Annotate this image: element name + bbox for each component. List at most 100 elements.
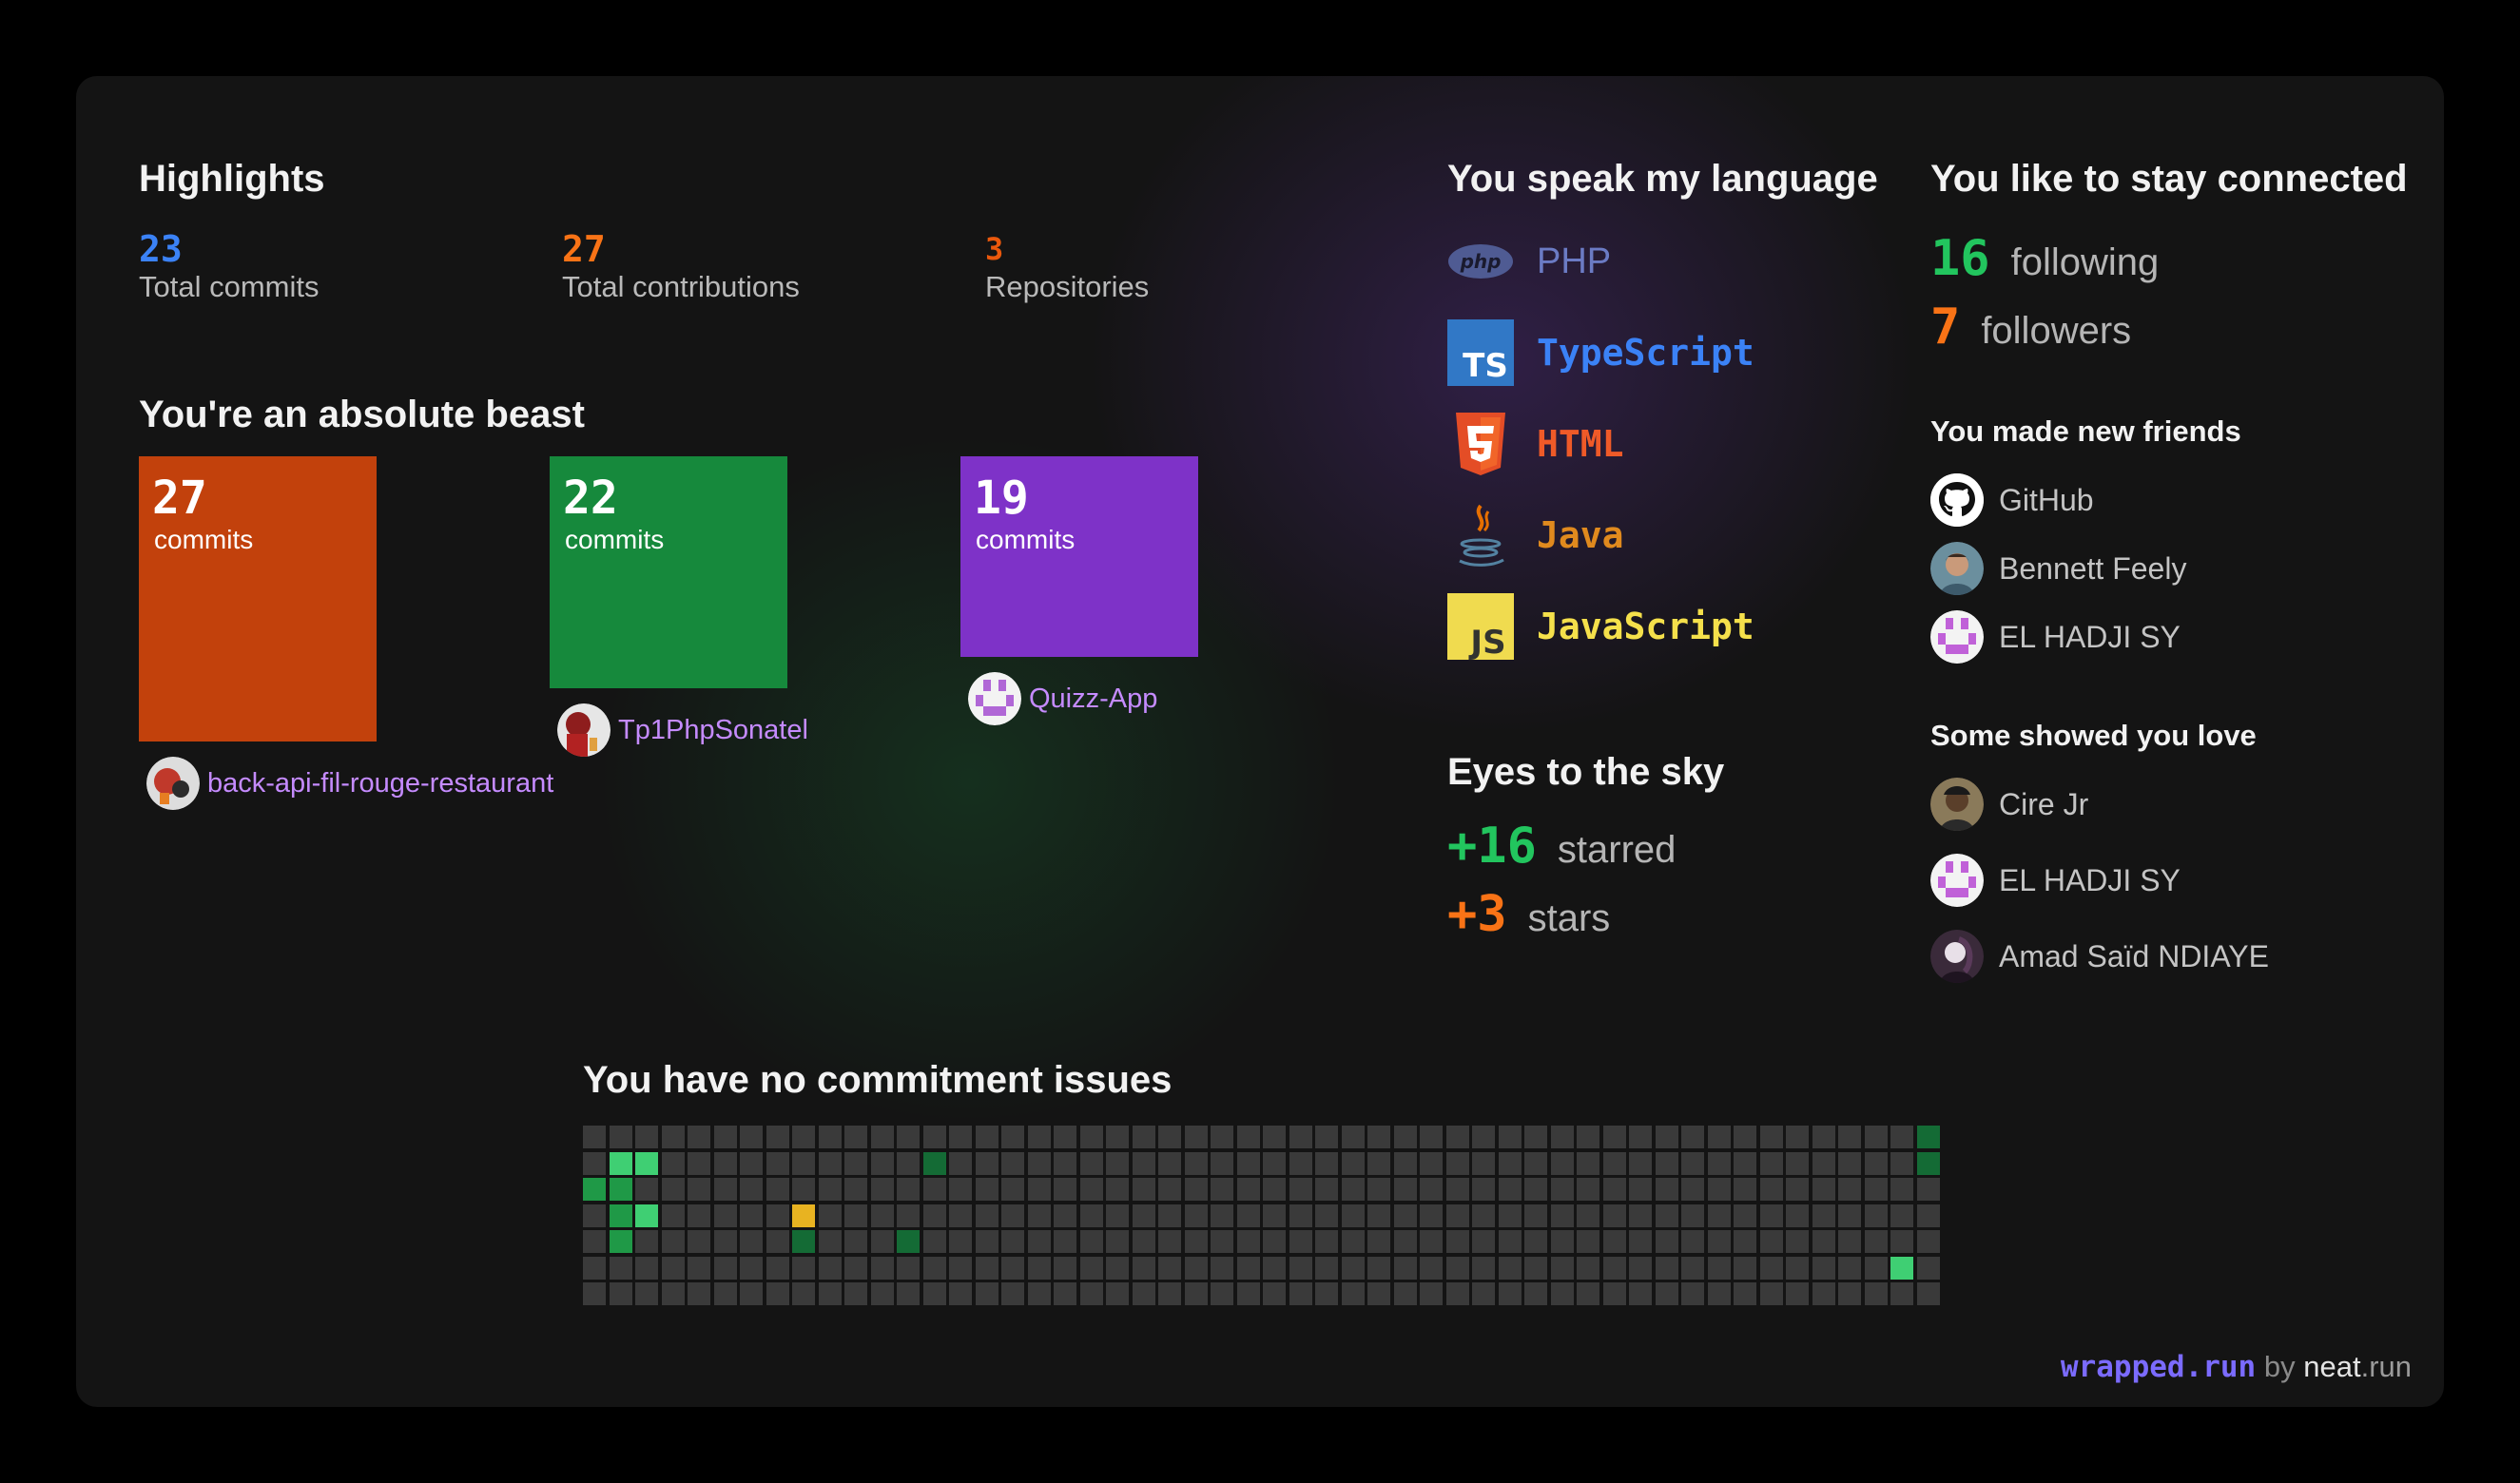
contribution-cell [1865, 1257, 1888, 1280]
highlight-label: Total commits [139, 270, 320, 303]
contribution-cell [1629, 1204, 1652, 1227]
brand-link[interactable]: wrapped.run [2061, 1350, 2256, 1384]
contribution-cell [1499, 1204, 1522, 1227]
contribution-cell [583, 1230, 606, 1253]
repo-name-link[interactable]: Quizz-App [1029, 684, 1157, 715]
contribution-cell [1028, 1126, 1051, 1148]
contribution-cell [1028, 1230, 1051, 1253]
contribution-cell [1786, 1126, 1809, 1148]
avatar [1930, 778, 1984, 831]
contribution-cell [1760, 1230, 1783, 1253]
avatar [1930, 930, 1984, 983]
contribution-cell [1524, 1257, 1547, 1280]
contribution-cell [714, 1230, 737, 1253]
repo-bar[interactable]: 19 commits [960, 456, 1198, 657]
friend-item[interactable]: GitHub [1930, 473, 2094, 527]
contribution-cell [1001, 1126, 1024, 1148]
contribution-cell [1054, 1257, 1076, 1280]
contribution-cell [897, 1282, 920, 1305]
contribution-cell [1367, 1257, 1390, 1280]
contribution-cell [1420, 1126, 1443, 1148]
contribution-cell [1080, 1178, 1103, 1201]
repo-bar[interactable]: 27 commits [139, 456, 377, 742]
love-name: Amad Saïd NDIAYE [1999, 938, 2269, 973]
contribution-cell [714, 1178, 737, 1201]
contribution-cell [1080, 1230, 1103, 1253]
contribution-cell [1890, 1126, 1913, 1148]
contribution-cell [1499, 1282, 1522, 1305]
repo-commit-label: commits [976, 525, 1076, 554]
contribution-cell [1603, 1152, 1626, 1175]
javascript-icon: JS [1447, 593, 1514, 660]
contribution-cell [1394, 1178, 1417, 1201]
repo-bar[interactable]: 22 commits [550, 456, 787, 688]
love-item[interactable]: EL HADJI SY [1930, 854, 2181, 907]
contribution-cell [1603, 1178, 1626, 1201]
contribution-cell [1656, 1126, 1678, 1148]
repo-name-link[interactable]: Tp1PhpSonatel [618, 715, 808, 746]
contribution-cell [1315, 1152, 1338, 1175]
commitment-title: You have no commitment issues [583, 1059, 1173, 1101]
friend-item[interactable]: Bennett Feely [1930, 542, 2186, 595]
contribution-cell [1342, 1178, 1365, 1201]
love-item[interactable]: Cire Jr [1930, 778, 2088, 831]
languages-title: You speak my language [1447, 158, 1878, 200]
contribution-grid [583, 1126, 1943, 1312]
contribution-cell [714, 1257, 737, 1280]
contribution-cell [1080, 1282, 1103, 1305]
contribution-cell [583, 1126, 606, 1148]
contribution-cell [923, 1257, 946, 1280]
love-item[interactable]: Amad Saïd NDIAYE [1930, 930, 2269, 983]
contribution-cell [1420, 1230, 1443, 1253]
friend-item[interactable]: EL HADJI SY [1930, 610, 2181, 664]
contribution-cell [1890, 1282, 1913, 1305]
contribution-cell [1367, 1126, 1390, 1148]
language-name: HTML [1537, 423, 1624, 465]
contribution-cell [923, 1282, 946, 1305]
contribution-cell [1289, 1257, 1312, 1280]
contribution-cell [662, 1204, 685, 1227]
contribution-cell [766, 1282, 789, 1305]
contribution-cell [1838, 1178, 1861, 1201]
contribution-cell [1420, 1282, 1443, 1305]
contribution-cell [1133, 1152, 1155, 1175]
contribution-cell [740, 1257, 763, 1280]
neat-link[interactable]: neat.run [2303, 1350, 2412, 1383]
contribution-cell [1133, 1230, 1155, 1253]
contribution-cell [1524, 1178, 1547, 1201]
contribution-cell [819, 1257, 842, 1280]
contribution-cell [662, 1257, 685, 1280]
contribution-cell [1446, 1282, 1469, 1305]
contribution-cell [662, 1126, 685, 1148]
language-item-php: php PHP [1447, 228, 1611, 295]
contribution-cell [1342, 1257, 1365, 1280]
contribution-cell [1708, 1282, 1731, 1305]
contribution-cell [1472, 1178, 1495, 1201]
contribution-cell [1211, 1178, 1233, 1201]
contribution-cell [1917, 1126, 1940, 1148]
contribution-cell [1263, 1152, 1286, 1175]
contribution-cell [792, 1126, 815, 1148]
contribution-cell [1237, 1126, 1260, 1148]
contribution-cell [1786, 1230, 1809, 1253]
contribution-cell [1865, 1178, 1888, 1201]
starred-value: +16 [1447, 818, 1537, 875]
identicon-avatar [1930, 854, 1984, 907]
contribution-cell [1890, 1152, 1913, 1175]
contribution-cell [1054, 1282, 1076, 1305]
contribution-cell [1629, 1282, 1652, 1305]
java-icon [1447, 502, 1514, 568]
repo-name-link[interactable]: back-api-fil-rouge-restaurant [207, 768, 553, 799]
contribution-cell [740, 1152, 763, 1175]
contribution-cell [819, 1230, 842, 1253]
starred-stat: +16 starred [1447, 818, 1676, 875]
connected-title: You like to stay connected [1930, 158, 2408, 200]
contribution-cell [1708, 1178, 1731, 1201]
contribution-cell [1001, 1257, 1024, 1280]
contribution-cell [897, 1126, 920, 1148]
contribution-cell [688, 1152, 710, 1175]
contribution-cell [844, 1178, 867, 1201]
github-icon [1930, 473, 1984, 527]
contribution-cell [688, 1282, 710, 1305]
contribution-cell [635, 1282, 658, 1305]
